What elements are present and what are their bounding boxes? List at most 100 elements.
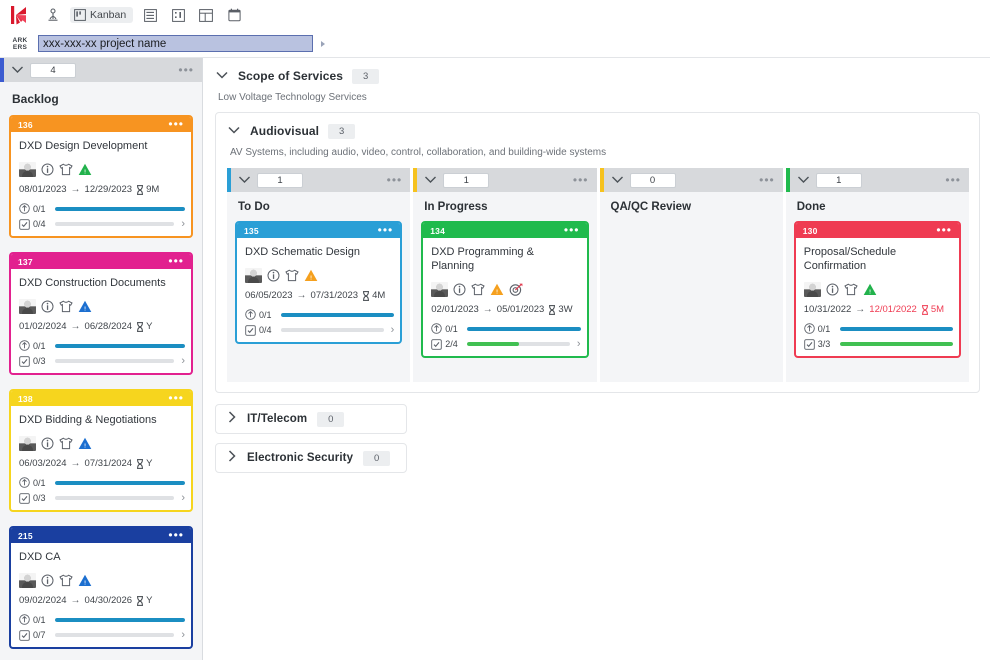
calendar-icon[interactable]	[223, 5, 245, 25]
date-arrow-icon: →	[70, 595, 81, 606]
card-end-date: 06/28/2024	[84, 321, 133, 332]
card-expand-chevron-icon[interactable]: ›	[179, 630, 185, 641]
list-view-icon[interactable]	[139, 5, 161, 25]
backlog-collapse-chevron-icon[interactable]	[11, 61, 24, 79]
priority-triangle-icon: !	[863, 283, 877, 295]
card-checklist-bar	[839, 342, 953, 346]
card-title: DXD Schematic Design	[245, 246, 360, 258]
card-menu-button[interactable]: •••	[168, 529, 184, 541]
card-menu-button[interactable]: •••	[378, 224, 394, 236]
svg-text:!: !	[496, 289, 498, 295]
assignee-avatar[interactable]	[19, 436, 36, 451]
card-title: Proposal/Schedule Confirmation	[803, 246, 897, 272]
card-dates: 02/01/2023 → 05/01/2023 3W	[423, 304, 586, 320]
card-expand-chevron-icon[interactable]: ›	[179, 219, 185, 230]
column-menu-button[interactable]: •••	[759, 174, 775, 186]
column-menu-button[interactable]: •••	[945, 174, 961, 186]
task-card[interactable]: 130 ••• Proposal/Schedule Confirmation !…	[793, 221, 961, 358]
kanban-view-button[interactable]: Kanban	[70, 7, 134, 23]
collapsed-section-row[interactable]: IT/Telecom 0	[215, 404, 407, 434]
duration-hourglass-icon	[137, 595, 144, 606]
priority-triangle-icon: !	[78, 300, 92, 312]
card-checklist-label: 3/3	[803, 338, 835, 350]
task-card[interactable]: 135 ••• DXD Schematic Design ! 06/05/202…	[235, 221, 403, 344]
card-duration: Y	[136, 458, 152, 469]
backlog-header: 4 •••	[0, 58, 202, 82]
scope-collapse-chevron-icon[interactable]	[215, 67, 229, 85]
card-expand-chevron-icon[interactable]: ›	[389, 325, 395, 336]
card-start-date: 10/31/2022	[803, 304, 852, 315]
column-accent-stripe	[413, 168, 418, 192]
column-card-list	[600, 221, 783, 382]
card-expand-chevron-icon[interactable]: ›	[179, 356, 185, 367]
column-count: 1	[443, 172, 490, 188]
card-menu-button[interactable]: •••	[168, 118, 184, 130]
column-collapse-chevron-icon[interactable]	[238, 171, 251, 189]
task-card[interactable]: 137 ••• DXD Construction Documents ! 01/…	[9, 252, 193, 375]
duration-hourglass-icon	[363, 290, 370, 301]
card-progress-row: 0/1	[796, 320, 959, 337]
card-menu-button[interactable]: •••	[168, 255, 184, 267]
card-end-date: 04/30/2026	[84, 595, 133, 606]
board-layout-icon[interactable]	[195, 5, 217, 25]
card-start-date: 06/05/2023	[245, 290, 293, 301]
date-arrow-icon: →	[296, 290, 307, 301]
card-checklist-row: 3/3	[796, 337, 959, 356]
tshirt-size-icon	[59, 574, 73, 587]
assignee-avatar[interactable]	[245, 268, 262, 283]
card-header: 130 •••	[795, 223, 959, 238]
task-card[interactable]: 134 ••• DXD Programming & Planning ! 02/…	[421, 221, 589, 358]
collapsed-section-row[interactable]: Electronic Security 0	[215, 443, 407, 473]
card-progress-label: 0/1	[19, 340, 50, 351]
section-expand-chevron-icon[interactable]	[227, 410, 237, 429]
assignee-avatar[interactable]	[803, 282, 821, 297]
project-name-input[interactable]	[38, 35, 313, 52]
audiovisual-collapse-chevron-icon[interactable]	[227, 122, 241, 140]
task-card[interactable]: 215 ••• DXD CA ! 09/02/2024 → 04/30/2026…	[9, 526, 193, 649]
card-progress-label: 0/1	[245, 309, 276, 320]
card-menu-button[interactable]: •••	[936, 224, 952, 236]
backlog-card-list: 136 ••• DXD Design Development ! 08/01/2…	[0, 115, 202, 660]
column-collapse-chevron-icon[interactable]	[797, 171, 810, 189]
card-header: 134 •••	[423, 223, 587, 238]
assignee-avatar[interactable]	[19, 573, 36, 588]
card-start-date: 02/01/2023	[431, 304, 479, 315]
card-menu-button[interactable]: •••	[168, 392, 184, 404]
duration-hourglass-icon	[921, 304, 928, 315]
assignee-avatar[interactable]	[19, 162, 36, 177]
card-header: 135 •••	[237, 223, 401, 238]
card-duration: 3W	[548, 304, 573, 315]
audiovisual-count-badge: 3	[328, 123, 356, 139]
card-checklist-bar	[55, 496, 175, 500]
column-collapse-chevron-icon[interactable]	[611, 171, 624, 189]
app-logo-icon[interactable]	[8, 4, 30, 26]
svg-text:!: !	[84, 169, 86, 175]
assignee-avatar[interactable]	[19, 299, 36, 314]
backlog-menu-button[interactable]: •••	[178, 64, 194, 76]
collapsed-sections: IT/Telecom 0 Electronic Security 0	[215, 404, 980, 473]
card-expand-chevron-icon[interactable]: ›	[575, 339, 581, 350]
card-checklist-row: 2/4 ›	[423, 337, 586, 356]
column-menu-button[interactable]: •••	[573, 174, 589, 186]
grid-view-icon[interactable]	[167, 5, 189, 25]
audiovisual-header[interactable]: Audiovisual 3	[227, 122, 969, 140]
kanban-icon	[74, 9, 86, 21]
duration-hourglass-icon	[549, 304, 556, 315]
task-card[interactable]: 138 ••• DXD Bidding & Negotiations ! 06/…	[9, 389, 193, 512]
person-pin-icon[interactable]	[42, 5, 64, 25]
card-header: 138 •••	[11, 391, 191, 406]
column-menu-button[interactable]: •••	[387, 174, 403, 186]
assignee-avatar[interactable]	[431, 282, 449, 297]
scope-header[interactable]: Scope of Services 3	[215, 67, 980, 85]
section-count-badge: 0	[317, 411, 345, 427]
project-dropdown-caret-icon[interactable]	[321, 40, 325, 47]
board-column: 0 ••• QA/QC Review	[599, 168, 783, 382]
tshirt-size-icon	[59, 163, 73, 176]
card-menu-button[interactable]: •••	[564, 224, 580, 236]
card-id: 130	[802, 225, 818, 236]
column-collapse-chevron-icon[interactable]	[424, 171, 437, 189]
scope-title: Scope of Services	[238, 69, 344, 83]
task-card[interactable]: 136 ••• DXD Design Development ! 08/01/2…	[9, 115, 193, 238]
section-expand-chevron-icon[interactable]	[227, 449, 237, 468]
card-expand-chevron-icon[interactable]: ›	[179, 493, 185, 504]
